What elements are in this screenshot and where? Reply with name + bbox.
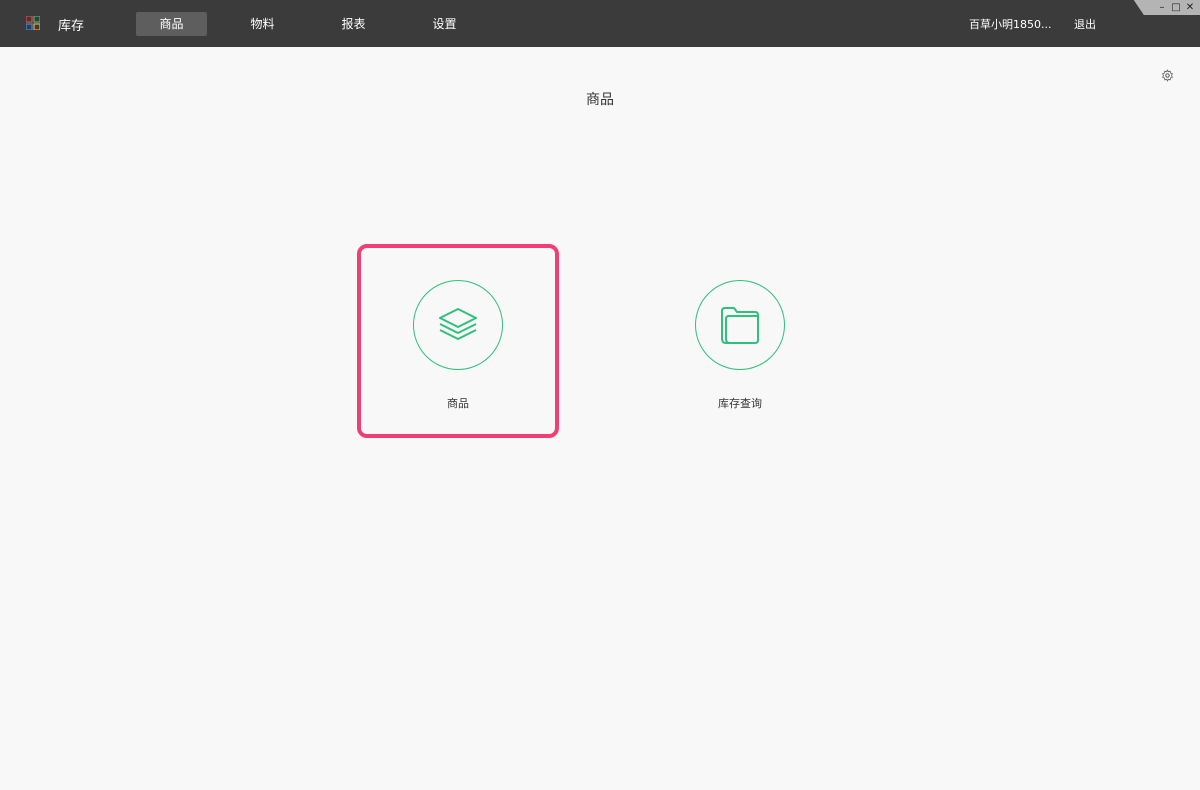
folder-icon bbox=[721, 307, 759, 344]
top-bar: 库存 商品 物料 报表 设置 百草小明1850... 退出 bbox=[0, 0, 1200, 47]
inventory-query-card-label[interactable]: 库存查询 bbox=[680, 395, 800, 411]
nav-tab-settings[interactable]: 设置 bbox=[409, 12, 480, 36]
nav-tab-goods[interactable]: 商品 bbox=[136, 12, 207, 36]
logout-button[interactable]: 退出 bbox=[1074, 16, 1096, 32]
close-button[interactable]: ✕ bbox=[1182, 0, 1198, 15]
page-title: 商品 bbox=[586, 92, 614, 108]
user-account[interactable]: 百草小明1850... bbox=[969, 16, 1051, 32]
gear-icon[interactable] bbox=[1161, 69, 1174, 82]
nav-tab-reports[interactable]: 报表 bbox=[318, 12, 389, 36]
inventory-query-card-button[interactable] bbox=[695, 280, 785, 370]
app-grid-icon[interactable] bbox=[26, 16, 40, 30]
goods-card-label[interactable]: 商品 bbox=[398, 395, 518, 411]
app-title: 库存 bbox=[58, 19, 85, 34]
nav-tab-materials[interactable]: 物料 bbox=[227, 12, 298, 36]
goods-card-button[interactable] bbox=[413, 280, 503, 370]
layers-icon bbox=[439, 308, 477, 340]
